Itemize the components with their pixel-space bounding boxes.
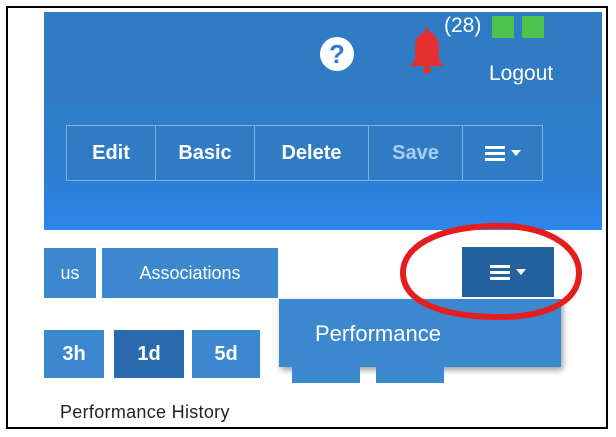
help-icon[interactable]: ?	[320, 37, 354, 71]
toolbar-menu-button[interactable]	[462, 125, 543, 181]
tab-associations[interactable]: Associations	[102, 248, 278, 298]
bell-icon[interactable]	[407, 26, 447, 78]
notification-count: (28)	[444, 14, 482, 37]
edit-button[interactable]: Edit	[66, 125, 156, 181]
range-5d-button[interactable]: 5d	[192, 330, 260, 378]
range-1d-button[interactable]: 1d	[114, 330, 184, 378]
highlight-circle-annotation	[399, 222, 583, 321]
chevron-down-icon	[510, 150, 521, 156]
action-button-group: Edit Basic Delete Save	[66, 125, 543, 181]
save-button[interactable]: Save	[368, 125, 463, 181]
status-indicator	[522, 16, 544, 38]
range-3h-button[interactable]: 3h	[44, 330, 104, 378]
status-indicator	[492, 16, 514, 38]
partially-hidden-button[interactable]	[376, 367, 444, 383]
logout-link[interactable]: Logout	[489, 62, 553, 86]
partially-hidden-button[interactable]	[292, 367, 360, 383]
tab-status[interactable]: us	[44, 248, 96, 298]
section-labels: Performance History	[60, 402, 230, 422]
delete-button[interactable]: Delete	[254, 125, 369, 181]
basic-button[interactable]: Basic	[155, 125, 255, 181]
hamburger-menu-icon	[484, 146, 505, 161]
